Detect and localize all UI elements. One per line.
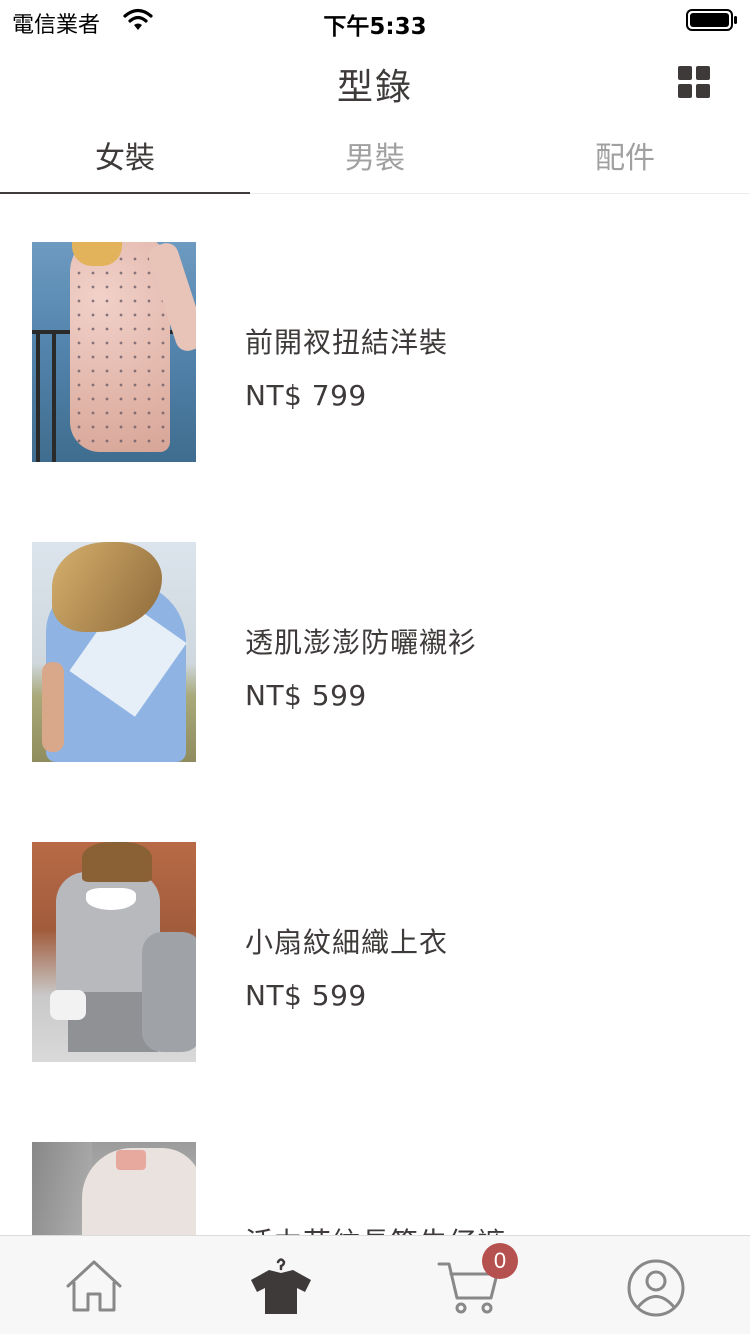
- product-image: [32, 542, 196, 762]
- product-image: [32, 842, 196, 1062]
- catalog-screen: 電信業者 下午5:33 型錄 女裝 男裝 配件 前開衩扭結洋裝 NT$ 799 …: [0, 0, 750, 1334]
- tab-bar-profile[interactable]: [563, 1236, 750, 1334]
- list-item[interactable]: 前開衩扭結洋裝 NT$ 799: [0, 195, 750, 495]
- product-price: NT$ 599: [245, 979, 367, 1012]
- cart-count-badge: 0: [482, 1243, 518, 1279]
- tab-bar-home[interactable]: [0, 1236, 188, 1334]
- product-price: NT$ 799: [245, 379, 367, 412]
- product-price: NT$ 599: [245, 679, 367, 712]
- tab-accessories[interactable]: 配件: [500, 128, 750, 193]
- tab-women[interactable]: 女裝: [0, 128, 250, 194]
- product-image: [32, 242, 196, 462]
- category-tabs: 女裝 男裝 配件: [0, 128, 750, 194]
- list-item[interactable]: 透肌澎澎防曬襯衫 NT$ 599: [0, 495, 750, 795]
- tab-men[interactable]: 男裝: [250, 128, 500, 193]
- tab-bar-catalog[interactable]: [188, 1236, 376, 1334]
- tab-bar-cart[interactable]: 0: [375, 1236, 563, 1334]
- bottom-tab-bar: 0: [0, 1235, 750, 1334]
- product-image: [32, 1142, 196, 1235]
- home-icon: [66, 1260, 122, 1312]
- product-name: 前開衩扭結洋裝: [245, 326, 449, 359]
- product-name: 活力花紋長筒牛仔褲: [245, 1221, 506, 1235]
- product-name: 透肌澎澎防曬襯衫: [245, 626, 478, 659]
- grid-view-icon[interactable]: [678, 66, 710, 98]
- battery-icon: [686, 9, 737, 31]
- list-item[interactable]: 小扇紋細織上衣 NT$ 599: [0, 795, 750, 1095]
- page-title: 型錄: [336, 67, 413, 108]
- status-time: 下午5:33: [323, 14, 427, 40]
- list-item[interactable]: 活力花紋長筒牛仔褲: [0, 1095, 750, 1235]
- status-bar: 電信業者 下午5:33: [0, 0, 750, 40]
- product-name: 小扇紋細織上衣: [245, 926, 449, 959]
- profile-icon: [627, 1259, 685, 1317]
- product-list: 前開衩扭結洋裝 NT$ 799 透肌澎澎防曬襯衫 NT$ 599 小扇紋細織上衣…: [0, 195, 750, 1235]
- shirt-icon: [251, 1258, 312, 1314]
- nav-bar: 型錄: [0, 40, 750, 128]
